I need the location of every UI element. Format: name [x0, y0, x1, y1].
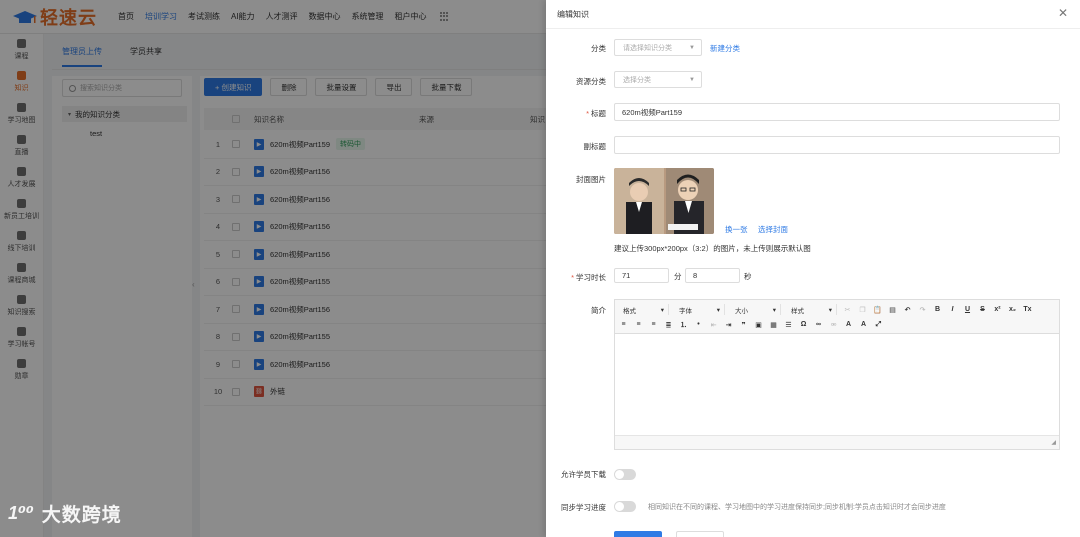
- editor-statusbar: ◢: [615, 435, 1059, 449]
- save-button[interactable]: [614, 531, 662, 537]
- style-dropdown-label: 样式: [791, 307, 804, 315]
- blockquote-icon[interactable]: ❞: [739, 320, 748, 329]
- special-char-icon[interactable]: Ω: [799, 320, 808, 329]
- minutes-unit: 分: [674, 272, 682, 281]
- drawer-title: 编辑知识: [557, 10, 589, 19]
- copy-icon[interactable]: ❐: [858, 305, 867, 314]
- ordered-list-icon[interactable]: ⒈: [679, 320, 688, 329]
- table-icon[interactable]: ▦: [769, 320, 778, 329]
- underline-icon[interactable]: U: [963, 305, 972, 314]
- category-select[interactable]: 请选择知识分类 ▼: [614, 39, 702, 56]
- outdent-icon[interactable]: ⇤: [709, 320, 718, 329]
- required-mark: *: [571, 273, 574, 282]
- cover-label: 封面图片: [576, 175, 606, 184]
- select-cover-link[interactable]: 选择封面: [758, 224, 788, 235]
- clear-format-icon[interactable]: Tx: [1023, 305, 1032, 314]
- duration-seconds-input[interactable]: 8: [685, 268, 740, 283]
- resource-placeholder: 选择分类: [623, 76, 651, 84]
- resource-category-label: 资源分类: [576, 77, 606, 86]
- image-icon[interactable]: ▣: [754, 320, 763, 329]
- watermark: 1⁰⁰ 大数跨境: [8, 500, 122, 527]
- resize-handle-icon[interactable]: ◢: [1051, 439, 1056, 446]
- sync-progress-hint: 相同知识在不同的课程、学习地图中的学习进度保持同步;同步机制:学员点击知识时才会…: [648, 504, 946, 511]
- align-center-icon[interactable]: ≡: [634, 320, 643, 329]
- modal-overlay[interactable]: [0, 0, 546, 537]
- seconds-unit: 秒: [744, 272, 752, 281]
- style-dropdown[interactable]: 样式 ▾: [787, 304, 837, 315]
- italic-icon[interactable]: I: [948, 305, 957, 314]
- font-dropdown[interactable]: 字体 ▾: [675, 304, 725, 315]
- new-category-link[interactable]: 新建分类: [710, 43, 740, 54]
- cover-image: [614, 168, 714, 234]
- horizontal-rule-icon[interactable]: ☰: [784, 320, 793, 329]
- bg-color-icon[interactable]: A: [859, 320, 868, 329]
- justify-icon[interactable]: ≣: [664, 320, 673, 329]
- resource-category-select[interactable]: 选择分类 ▼: [614, 71, 702, 88]
- size-dropdown-label: 大小: [735, 307, 748, 315]
- duration-label-text: 学习时长: [576, 273, 606, 282]
- subtitle-label: 副标题: [583, 142, 607, 151]
- cut-icon[interactable]: ✂: [843, 305, 852, 314]
- sync-progress-label: 同步学习进度: [561, 503, 606, 512]
- sync-progress-toggle[interactable]: [614, 501, 636, 512]
- cancel-button[interactable]: [676, 531, 724, 537]
- size-dropdown[interactable]: 大小 ▾: [731, 304, 781, 315]
- drawer-divider: [546, 28, 1080, 29]
- change-cover-link[interactable]: 换一张: [725, 224, 748, 235]
- cover-hint: 建议上传300px*200px（3:2）的图片，未上传则展示默认图: [614, 244, 811, 253]
- format-dropdown-label: 格式: [623, 307, 636, 315]
- bold-icon[interactable]: B: [933, 305, 942, 314]
- title-input[interactable]: 620m视频Part159: [614, 103, 1060, 121]
- fullscreen-icon[interactable]: ⤢: [874, 320, 883, 329]
- category-placeholder: 请选择知识分类: [623, 44, 672, 52]
- format-dropdown[interactable]: 格式 ▾: [619, 304, 669, 315]
- required-mark: *: [586, 109, 589, 118]
- allow-download-label: 允许学员下载: [561, 470, 606, 479]
- strikethrough-icon[interactable]: S: [978, 305, 987, 314]
- subscript-icon[interactable]: x₂: [1008, 305, 1017, 314]
- duration-minutes-input[interactable]: 71: [614, 268, 669, 283]
- superscript-icon[interactable]: x²: [993, 305, 1002, 314]
- unlink-icon[interactable]: ⚮: [829, 320, 838, 329]
- title-label-text: 标题: [591, 109, 606, 118]
- allow-download-toggle[interactable]: [614, 469, 636, 480]
- chevron-down-icon: ▼: [689, 77, 695, 83]
- redo-icon[interactable]: ↷: [918, 305, 927, 314]
- chevron-down-icon: ▼: [689, 45, 695, 51]
- rich-text-editor[interactable]: 格式 ▾ 字体 ▾ 大小 ▾ 样式 ▾ ✂ ❐ 📋 ▤ ↶ ↷ B I U S x² x…: [614, 299, 1060, 450]
- subtitle-input[interactable]: [614, 136, 1060, 154]
- align-left-icon[interactable]: ≡: [619, 320, 628, 329]
- paste-icon[interactable]: 📋: [873, 305, 882, 314]
- category-label: 分类: [591, 44, 606, 53]
- paste-text-icon[interactable]: ▤: [888, 305, 897, 314]
- watermark-text: 大数跨境: [41, 505, 122, 526]
- duration-label: * 学习时长: [546, 272, 606, 283]
- editor-toolbar: 格式 ▾ 字体 ▾ 大小 ▾ 样式 ▾ ✂ ❐ 📋 ▤ ↶ ↷ B I U S x² x…: [615, 300, 1059, 334]
- text-color-icon[interactable]: A: [844, 320, 853, 329]
- link-icon[interactable]: ∞: [814, 320, 823, 329]
- align-right-icon[interactable]: ≡: [649, 320, 658, 329]
- font-dropdown-label: 字体: [679, 307, 692, 315]
- close-icon[interactable]: ✕: [1058, 6, 1068, 20]
- edit-knowledge-drawer: 编辑知识 ✕ 分类 请选择知识分类 ▼ 新建分类 资源分类 选择分类 ▼ * 标题…: [546, 0, 1080, 537]
- title-label: * 标题: [546, 108, 606, 119]
- undo-icon[interactable]: ↶: [903, 305, 912, 314]
- watermark-logo: 1⁰⁰: [8, 503, 34, 523]
- indent-icon[interactable]: ⇥: [724, 320, 733, 329]
- intro-label: 简介: [591, 306, 606, 315]
- bullet-list-icon[interactable]: •: [694, 320, 703, 329]
